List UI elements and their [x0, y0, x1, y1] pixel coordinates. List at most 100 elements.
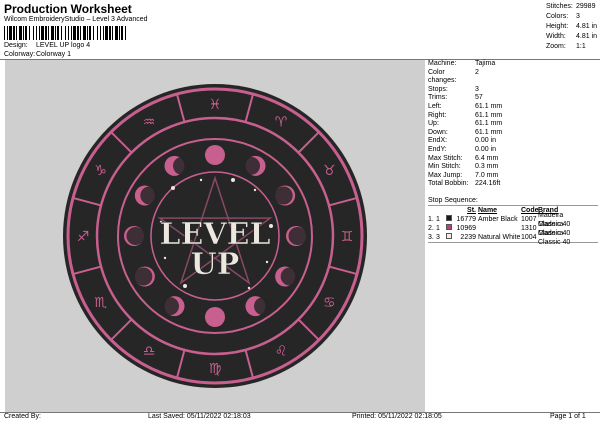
info-row: EndY: 0.00 in	[428, 146, 598, 155]
stat-label: Zoom:	[546, 43, 566, 50]
info-row: Machine: Tajima	[428, 60, 598, 69]
stat-row: Zoom: 1:1	[546, 42, 598, 52]
stat-value: 29989	[576, 3, 596, 10]
info-row: Trims: 57	[428, 94, 598, 103]
sparkle-star	[171, 186, 175, 190]
info-label: Max Jump:	[428, 171, 463, 179]
moon-shadow	[140, 186, 159, 205]
zodiac-sign-icon: ♏	[94, 295, 107, 311]
info-label: Color changes:	[428, 68, 457, 85]
zodiac-sign-icon: ♌	[275, 343, 288, 359]
col-index	[436, 206, 446, 215]
up-text: UP	[191, 247, 240, 282]
sparkle-star	[183, 284, 187, 288]
info-row: Up: 61.1 mm	[428, 120, 598, 129]
info-value: 61.1 mm	[475, 102, 503, 110]
color-swatch	[446, 224, 452, 230]
sparkle-star	[199, 178, 203, 182]
colorway-label: Colorway:	[4, 51, 36, 58]
info-row: Right: 61.1 mm	[428, 112, 598, 121]
stat-value: 4.81 in	[576, 23, 598, 30]
color-swatch-cell	[446, 215, 454, 224]
info-label: Right:	[428, 111, 447, 119]
col-st: St.	[467, 207, 476, 214]
info-label: Total Bobbin:	[428, 180, 469, 188]
stat-label: Height:	[546, 23, 569, 30]
stop-sequence: Stop Sequence: St. Name Code Brand 1. 1 …	[428, 196, 598, 246]
stat-value: 4.81 in	[576, 33, 598, 40]
page-number: Page 1 of 1	[550, 413, 586, 420]
design-preview: ♈ ♉ ♊ ♋ ♌ ♍ ♎ ♏ ♐ ♑ ♒ ♓ LEVEL UP	[5, 60, 425, 413]
stat-value: 3	[576, 13, 580, 20]
stat-label: Width:	[546, 33, 566, 40]
info-value: 57	[475, 94, 483, 102]
sparkle-star	[253, 188, 257, 192]
last-saved: Last Saved: 05/11/2022 02:18:03	[148, 413, 251, 420]
stitch-count: 16779	[456, 216, 476, 223]
zodiac-sign-icon: ♋	[323, 295, 336, 311]
barcode	[4, 26, 126, 40]
moon-shadow	[126, 227, 145, 245]
color-swatch-cell	[446, 224, 454, 233]
info-label: EndX:	[428, 137, 448, 145]
info-row: Color changes: 2	[428, 69, 598, 86]
info-row: Max Stitch: 6.4 mm	[428, 155, 598, 164]
moon-shadow	[161, 297, 179, 316]
moon-shadow	[134, 267, 153, 286]
moon-shadow	[280, 267, 299, 286]
info-value: 61.1 mm	[475, 128, 503, 136]
info-row: EndX: 0.00 in	[428, 137, 598, 146]
stitch-count: 10969	[456, 225, 476, 232]
stop-sequence-title: Stop Sequence:	[428, 197, 478, 204]
design-stats: Stitches: 29989 Colors: 3 Height: 4.81 in W…	[546, 2, 598, 52]
thread-name: Natural White	[478, 234, 521, 241]
info-value: 0.00 in	[475, 137, 497, 145]
info-label: Max Stitch:	[428, 154, 463, 162]
table-row: 3. 3 2239 Natural White 1004 Madeira Cla…	[428, 230, 598, 246]
sparkle-star	[247, 286, 251, 290]
info-label: Down:	[428, 128, 448, 136]
color-swatch	[446, 233, 452, 239]
zodiac-sign-icon: ♒	[143, 115, 156, 131]
stitch-count: 2239	[460, 234, 476, 241]
thread-code: 1310	[521, 225, 537, 232]
design-label: Design:	[4, 42, 28, 49]
info-row: Left: 61.1 mm	[428, 103, 598, 112]
info-value: 3	[475, 85, 479, 93]
sparkle-star	[163, 256, 167, 260]
thread-code: 1007	[521, 216, 537, 223]
info-row: Down: 61.1 mm	[428, 129, 598, 138]
zodiac-sign-icon: ♉	[323, 163, 336, 179]
zodiac-sign-icon: ♊	[341, 229, 354, 245]
stop-index: 3	[436, 234, 440, 241]
zodiac-sign-icon: ♑	[94, 163, 107, 179]
info-label: Stops:	[428, 85, 448, 93]
color-swatch-cell	[446, 233, 454, 242]
info-row: Total Bobbin: 224.16ft	[428, 180, 598, 189]
info-label: Machine:	[428, 60, 457, 67]
moon-shadow	[242, 156, 260, 175]
thread-name: Amber Black	[478, 216, 518, 223]
zodiac-sign-icon: ♎	[143, 343, 156, 359]
moon-shadow	[288, 227, 307, 245]
sparkle-star	[265, 260, 269, 264]
stat-label: Stitches:	[546, 3, 573, 10]
thread-brand: Madeira Classic 40	[538, 229, 571, 246]
stat-value: 1:1	[576, 43, 586, 50]
sparkle-star	[231, 178, 235, 182]
info-label: Min Stitch:	[428, 163, 461, 171]
zodiac-sign-icon: ♐	[77, 229, 90, 245]
col-stop	[428, 206, 436, 215]
zodiac-sign-icon: ♓	[209, 97, 222, 113]
stat-row: Colors: 3	[546, 12, 598, 22]
stop-index: 1	[436, 216, 440, 223]
info-value: 2	[475, 68, 479, 76]
design-value: LEVEL UP logo 4	[36, 42, 91, 49]
info-row: Min Stitch: 0.3 mm	[428, 163, 598, 172]
machine-info: Machine: Tajima Color changes: 2 Stops: 3 T…	[428, 60, 598, 189]
stop-number: 2.	[428, 225, 434, 232]
col-code: Code	[521, 207, 539, 214]
stat-row: Stitches: 29989	[546, 2, 598, 12]
color-swatch	[446, 215, 452, 221]
moon-shadow	[254, 297, 272, 316]
